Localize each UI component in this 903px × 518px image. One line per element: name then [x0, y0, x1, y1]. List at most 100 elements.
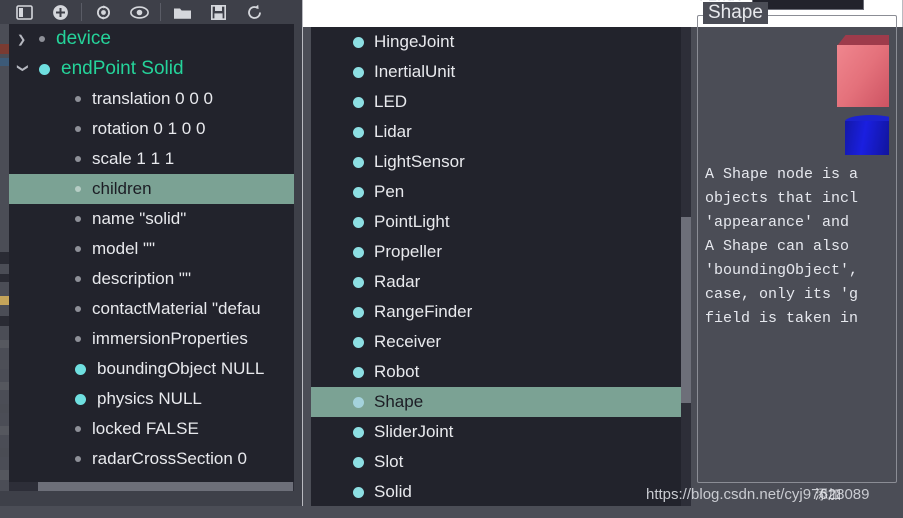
node-list-item[interactable]: Slot [311, 447, 689, 477]
tree-node-dot-icon [75, 156, 81, 162]
tree-row[interactable]: children [9, 174, 294, 204]
tree-row[interactable]: ❯ device [9, 24, 294, 54]
tree-node-dot-icon [39, 36, 45, 42]
node-list-item[interactable]: InertialUnit [311, 57, 689, 87]
refresh-icon[interactable] [236, 1, 272, 23]
chevron-right-icon[interactable]: ❯ [17, 33, 29, 46]
node-list-item-label: HingeJoint [374, 32, 455, 51]
tree-row[interactable]: contactMaterial "defau [9, 294, 294, 324]
watermark-cn-text: 添加 [815, 487, 842, 502]
tree-node-dot-icon [75, 306, 81, 312]
tree-node-dot-icon [75, 126, 81, 132]
tree-row-label: physics NULL [97, 389, 202, 408]
node-list-item[interactable]: Propeller [311, 237, 689, 267]
node-list-item[interactable]: Pen [311, 177, 689, 207]
node-list-item-label: Pen [374, 182, 405, 201]
node-list-item[interactable]: RangeFinder [311, 297, 689, 327]
panel-toggle-icon[interactable] [6, 1, 42, 23]
node-list-item-label: Solid [374, 482, 412, 501]
tree-row-label: name "solid" [92, 209, 187, 228]
node-list-scroll-thumb[interactable] [681, 217, 691, 403]
tree-row[interactable]: immersionProperties [9, 324, 294, 354]
node-list-item-label: Shape [374, 392, 424, 411]
dialog-title-text: 添加节点 [331, 0, 383, 2]
tree-row[interactable]: name "solid" [9, 204, 294, 234]
node-type-dot-icon [353, 156, 364, 168]
node-preview-image [705, 33, 889, 155]
node-list-item[interactable]: SliderJoint [311, 417, 689, 447]
toolbar-divider-2 [160, 3, 161, 21]
tree-row[interactable]: description "" [9, 264, 294, 294]
node-type-dot-icon [353, 486, 364, 498]
tree-row-label: description "" [92, 269, 192, 288]
tree-hscroll-thumb[interactable] [38, 482, 293, 491]
node-list-item-label: LED [374, 92, 408, 111]
node-list-item-label: Radar [374, 272, 421, 291]
preview-cube [837, 45, 889, 107]
node-type-dot-icon [353, 336, 364, 348]
tree-row[interactable]: radarCrossSection 0 [9, 444, 294, 474]
node-type-dot-icon [353, 366, 364, 378]
node-list-item-label: Robot [374, 362, 420, 381]
node-list-item[interactable]: HingeJoint [311, 27, 689, 57]
open-folder-icon[interactable] [164, 1, 200, 23]
node-list-item[interactable]: Shape [311, 387, 689, 417]
screen-root: ❯ device ❯ endPoint Solid translation 0 0 0 r… [0, 0, 903, 518]
tree-row-label: rotation 0 1 0 0 [92, 119, 206, 138]
node-type-list[interactable]: HingeJoint InertialUnit LED Lidar LightSenso… [311, 27, 689, 507]
scene-tree-panel[interactable]: ❯ device ❯ endPoint Solid translation 0 0 0 r… [9, 24, 294, 482]
node-type-dot-icon [353, 36, 364, 48]
tree-node-dot-icon [75, 336, 81, 342]
tree-node-dot-icon [75, 363, 86, 375]
chevron-down-icon[interactable]: ❯ [17, 63, 30, 75]
add-node-icon[interactable] [42, 1, 78, 23]
tree-row-label: immersionProperties [92, 329, 248, 348]
node-list-item-label: RangeFinder [374, 302, 473, 321]
tree-row[interactable]: boundingObject NULL [9, 354, 294, 384]
tree-row-label: endPoint Solid [61, 58, 184, 79]
node-list-item[interactable]: Robot [311, 357, 689, 387]
tree-row[interactable]: physics NULL [9, 384, 294, 414]
node-list-item[interactable]: Receiver [311, 327, 689, 357]
node-list-item[interactable]: Solid [311, 477, 689, 507]
reload-icon[interactable] [85, 1, 121, 23]
toolbar-divider [81, 3, 82, 21]
node-list-scrollbar[interactable] [681, 27, 691, 507]
node-type-dot-icon [353, 276, 364, 288]
tree-row[interactable]: model "" [9, 234, 294, 264]
node-list-item-label: Slot [374, 452, 404, 471]
tree-row[interactable]: locked FALSE [9, 414, 294, 444]
tree-row-label: boundingObject NULL [97, 359, 265, 378]
tree-node-dot-icon [75, 96, 81, 102]
preview-cylinder [845, 121, 889, 155]
tree-row[interactable]: ❯ endPoint Solid [9, 54, 294, 84]
node-type-dot-icon [353, 186, 364, 198]
view-icon[interactable] [121, 1, 157, 23]
left-edge-strip [0, 24, 9, 518]
node-type-dot-icon [353, 216, 364, 228]
dialog-body: Find: HingeJointInertialUnitLEDLidarLigh… [303, 0, 903, 518]
node-list-item[interactable]: LED [311, 87, 689, 117]
find-input[interactable] [752, 0, 865, 10]
tree-row-label: children [92, 179, 152, 198]
tree-node-dot-icon [75, 393, 86, 405]
tree-row[interactable]: translation 0 0 0 [9, 84, 294, 114]
add-node-dialog: 添加节点 Find: HingeJointInertialUnitLEDLida… [302, 0, 903, 518]
tree-row[interactable]: scale 1 1 1 [9, 144, 294, 174]
node-list-item-label: Receiver [374, 332, 442, 351]
node-list-item-label: Lidar [374, 122, 412, 141]
node-list-item[interactable]: PointLight [311, 207, 689, 237]
tree-row-label: model "" [92, 239, 156, 258]
node-info-title: Shape [703, 2, 768, 24]
node-list-item[interactable]: Radar [311, 267, 689, 297]
tree-row-label: radarCrossSection 0 [92, 449, 247, 468]
node-type-dot-icon [353, 396, 364, 408]
tree-node-dot-icon [75, 246, 81, 252]
tree-row[interactable]: rotation 0 1 0 0 [9, 114, 294, 144]
save-icon[interactable] [200, 1, 236, 23]
node-list-item[interactable]: LightSensor [311, 147, 689, 177]
node-type-dot-icon [353, 426, 364, 438]
tree-horizontal-scrollbar[interactable] [9, 482, 294, 491]
node-list-item[interactable]: Lidar [311, 117, 689, 147]
tree-node-dot-icon [75, 186, 81, 192]
